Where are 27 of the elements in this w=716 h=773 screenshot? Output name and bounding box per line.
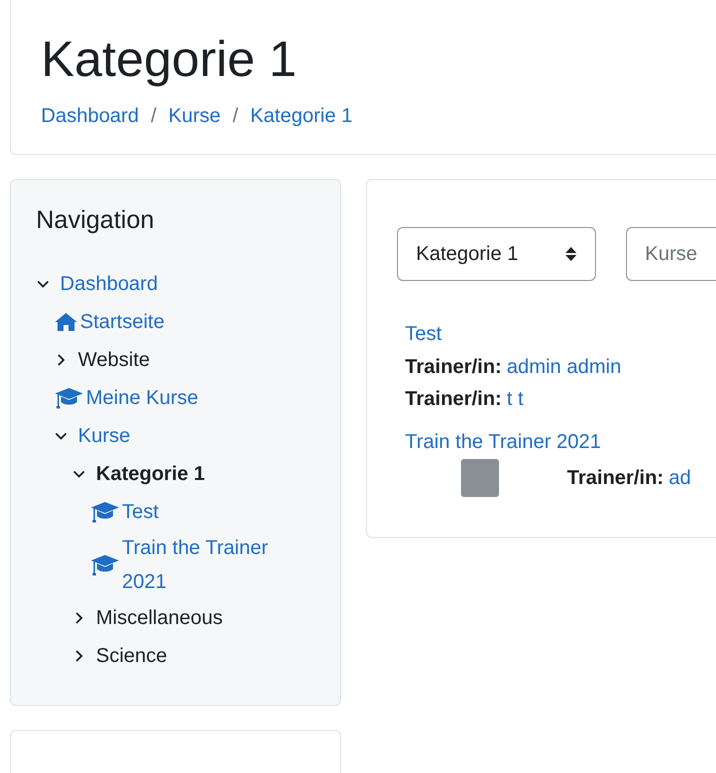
nav-item[interactable]: Website <box>78 343 150 377</box>
course-link[interactable]: Test <box>405 317 442 351</box>
nav-link[interactable]: Test <box>122 495 159 529</box>
nav-link[interactable]: Kurse <box>78 419 130 453</box>
block-title: Navigation <box>36 206 156 235</box>
nav-link[interactable]: Meine Kurse <box>86 381 198 415</box>
teacher-role-label: Trainer/in: <box>405 388 502 410</box>
current-nav-item[interactable]: Kategorie 1 <box>96 457 205 491</box>
teacher-link[interactable]: t t <box>506 388 524 410</box>
course-search-field[interactable]: Kurse <box>626 227 716 281</box>
nav-item[interactable]: Science <box>96 639 168 673</box>
nav-link[interactable]: Train the Trainer 2021 <box>122 531 315 599</box>
breadcrumb-separator: / <box>150 105 156 128</box>
breadcrumb-link[interactable]: Kategorie 1 <box>250 105 353 128</box>
teacher-role-label: Trainer/in: <box>567 467 664 489</box>
nav-link[interactable]: Dashboard <box>60 267 158 301</box>
teacher-role-label: Trainer/in: <box>405 356 502 378</box>
nav-item[interactable]: Miscellaneous <box>96 601 223 635</box>
breadcrumb-separator: / <box>232 105 238 128</box>
breadcrumb-link[interactable]: Kurse <box>168 105 221 128</box>
teacher-link[interactable]: admin admin <box>506 356 622 378</box>
course-link[interactable]: Train the Trainer 2021 <box>405 425 602 459</box>
breadcrumb-link[interactable]: Dashboard <box>41 105 139 128</box>
nav-link[interactable]: Startseite <box>80 305 164 339</box>
page-title: Kategorie 1 <box>41 30 298 89</box>
teacher-link[interactable]: ad <box>668 467 691 489</box>
category-select[interactable]: Kategorie 1 <box>397 227 596 281</box>
